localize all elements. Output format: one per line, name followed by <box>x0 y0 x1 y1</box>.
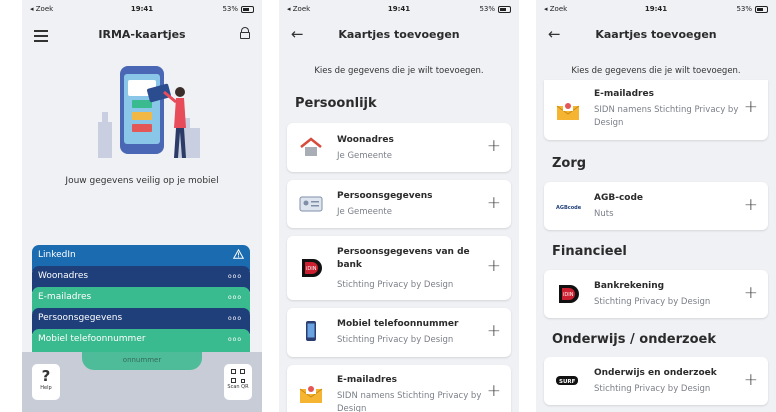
add-icon[interactable]: + <box>744 97 758 117</box>
credential-item-agb-code[interactable]: AGBcode AGB-code Nuts + <box>544 182 768 230</box>
qr-icon <box>231 369 245 383</box>
credential-item-bank[interactable]: iDIN Persoonsgegevens van de bank Sticht… <box>287 236 511 300</box>
surf-logo-icon: SURF <box>556 376 578 385</box>
credential-item-bankrekening[interactable]: iDIN Bankrekening Stichting Privacy by D… <box>544 270 768 318</box>
scan-qr-button[interactable]: Scan QR <box>224 364 252 400</box>
item-issuer: Je Gemeente <box>337 207 392 217</box>
page-title: Kaartjes toevoegen <box>595 28 717 41</box>
item-issuer: SIDN namens Stichting Privacy by Design <box>594 105 739 128</box>
item-name: Persoonsgegevens <box>337 191 433 201</box>
credential-item-e-mailadres[interactable]: E-mailadres SIDN namens Stichting Privac… <box>544 80 768 140</box>
add-cards-screen: ◂ Zoek 19:41 53% ← Kaartjes toevoegen Ki… <box>279 0 519 412</box>
idin-icon: iDIN <box>302 259 322 277</box>
item-issuer: Stichting Privacy by Design <box>594 384 711 394</box>
item-name: Persoonsgegevens van de bank <box>337 247 470 270</box>
phone-illustration <box>98 66 200 158</box>
add-icon[interactable]: + <box>487 136 501 156</box>
lock-button[interactable] <box>240 27 250 39</box>
envelope-icon <box>299 384 323 403</box>
warning-icon <box>233 249 244 259</box>
credential-item-persoonsgegevens[interactable]: Persoonsgegevens Je Gemeente + <box>287 180 511 228</box>
svg-text:iDIN: iDIN <box>306 266 317 272</box>
item-name: Woonadres <box>337 135 394 145</box>
section-title-onderwijs: Onderwijs / onderzoek <box>552 332 716 347</box>
add-icon[interactable]: + <box>487 381 501 401</box>
item-issuer: Stichting Privacy by Design <box>337 335 454 345</box>
battery-icon <box>498 5 511 13</box>
card-label: E-mailadres <box>38 292 92 302</box>
add-icon[interactable]: + <box>487 256 501 276</box>
add-icon[interactable]: + <box>744 195 758 215</box>
item-name: Bankrekening <box>594 281 665 291</box>
item-name: Onderwijs en onderzoek <box>594 368 717 378</box>
top-bar: IRMA-kaartjes <box>22 22 262 48</box>
item-name: Mobiel telefoonnummer <box>337 319 459 329</box>
svg-text:iDIN: iDIN <box>563 292 574 298</box>
envelope-icon <box>556 101 580 120</box>
card-label: Persoonsgegevens <box>38 313 123 323</box>
card-peek[interactable]: onnummer <box>82 352 202 370</box>
item-issuer: Je Gemeente <box>337 151 392 161</box>
intro-text: Kies de gegevens die je wilt toevoegen. <box>314 66 484 76</box>
add-icon[interactable]: + <box>744 283 758 303</box>
credential-item-e-mailadres[interactable]: E-mailadres SIDN namens Stichting Privac… <box>287 365 511 412</box>
id-card-icon <box>299 196 323 212</box>
help-label: Help <box>40 385 52 391</box>
battery-icon <box>755 5 768 13</box>
item-issuer: Stichting Privacy by Design <box>594 297 711 307</box>
battery-percent: 53% <box>222 5 238 13</box>
credential-item-mobiel[interactable]: Mobiel telefoonnummer Stichting Privacy … <box>287 308 511 357</box>
more-icon[interactable]: ooo <box>228 315 242 322</box>
more-icon[interactable]: ooo <box>228 294 242 301</box>
surf-logo-text: SURF <box>559 379 576 385</box>
card-label: Woonadres <box>38 271 89 281</box>
add-icon[interactable]: + <box>487 193 501 213</box>
item-issuer: SIDN namens Stichting Privacy by Design <box>337 391 482 412</box>
item-name: E-mailadres <box>337 375 397 385</box>
status-bar: ◂ Zoek 19:41 53% <box>22 0 262 18</box>
lock-icon <box>240 27 250 39</box>
section-title-financieel: Financieel <box>552 244 627 259</box>
help-icon: ? <box>41 367 51 385</box>
top-bar: ← Kaartjes toevoegen <box>536 22 776 48</box>
item-issuer: Nuts <box>594 209 614 219</box>
status-bar: ◂ Zoek 19:41 53% <box>279 0 519 18</box>
idin-icon: iDIN <box>559 285 579 303</box>
house-icon <box>300 137 322 156</box>
wallet-screen: ◂ Zoek 19:41 53% IRMA-kaartjes Jouw gege… <box>22 0 262 412</box>
add-icon[interactable]: + <box>487 321 501 341</box>
battery-percent: 53% <box>736 5 752 13</box>
more-icon[interactable]: ooo <box>228 273 242 280</box>
section-title: Persoonlijk <box>295 96 377 111</box>
page-title: Kaartjes toevoegen <box>338 28 460 41</box>
status-bar: ◂ Zoek 19:41 53% <box>536 0 776 18</box>
section-title-zorg: Zorg <box>552 156 587 171</box>
item-name: AGB-code <box>594 193 644 203</box>
agb-logo-text: AGBcode <box>556 205 582 211</box>
help-button[interactable]: ? Help <box>32 364 60 400</box>
add-icon[interactable]: + <box>744 370 758 390</box>
item-name: E-mailadres <box>594 89 654 99</box>
battery-icon <box>241 5 254 13</box>
phone-icon <box>306 321 316 341</box>
page-title: IRMA-kaartjes <box>98 28 186 41</box>
card-label: LinkedIn <box>38 250 76 260</box>
item-issuer: Stichting Privacy by Design <box>337 280 454 290</box>
agb-logo-icon: AGBcode <box>556 205 582 211</box>
add-cards-screen-scrolled: ◂ Zoek 19:41 53% ← Kaartjes toevoegen Ki… <box>536 0 776 412</box>
tagline: Jouw gegevens veilig op je mobiel <box>65 176 219 186</box>
card-label: Mobiel telefoonnummer <box>38 334 146 344</box>
intro-text: Kies de gegevens die je wilt toevoegen. <box>571 66 741 76</box>
top-bar: ← Kaartjes toevoegen <box>279 22 519 48</box>
credential-item-onderwijs[interactable]: SURF Onderwijs en onderzoek Stichting Pr… <box>544 357 768 405</box>
more-icon[interactable]: ooo <box>228 336 242 343</box>
battery-percent: 53% <box>479 5 495 13</box>
credential-item-woonadres[interactable]: Woonadres Je Gemeente + <box>287 123 511 172</box>
scan-qr-label: Scan QR <box>227 384 249 390</box>
